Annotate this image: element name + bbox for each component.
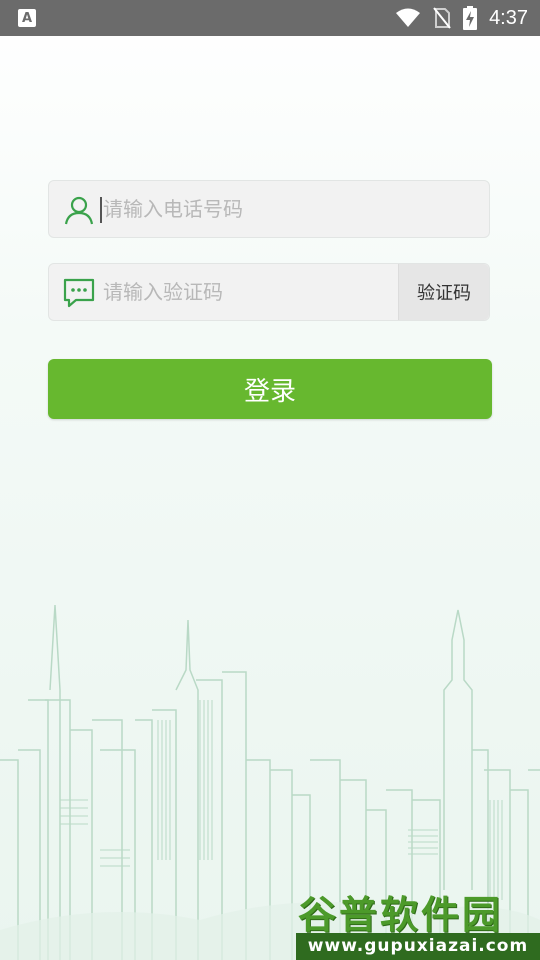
no-sim-icon	[433, 7, 451, 29]
status-bar: A 4:37	[0, 0, 540, 36]
battery-charging-icon	[463, 6, 478, 30]
watermark-url: www.gupuxiazai.com	[296, 933, 540, 960]
watermark-logo: 谷普软件园 www.gupuxiazai.com	[296, 884, 540, 960]
verification-code-field[interactable]: 验证码	[48, 263, 490, 321]
wifi-icon	[396, 8, 421, 27]
status-time: 4:37	[489, 6, 528, 29]
phone-input[interactable]	[103, 181, 473, 237]
user-icon	[64, 196, 94, 225]
text-cursor	[100, 197, 102, 223]
phone-field[interactable]	[48, 180, 490, 238]
notification-a-icon: A	[18, 9, 36, 27]
login-button[interactable]: 登录	[48, 359, 492, 419]
status-icons: 4:37	[395, 0, 528, 36]
verification-code-input[interactable]	[103, 264, 393, 320]
sms-bubble-icon	[63, 278, 95, 308]
get-code-button[interactable]: 验证码	[398, 264, 489, 320]
watermark-title: 谷普软件园	[298, 893, 504, 937]
